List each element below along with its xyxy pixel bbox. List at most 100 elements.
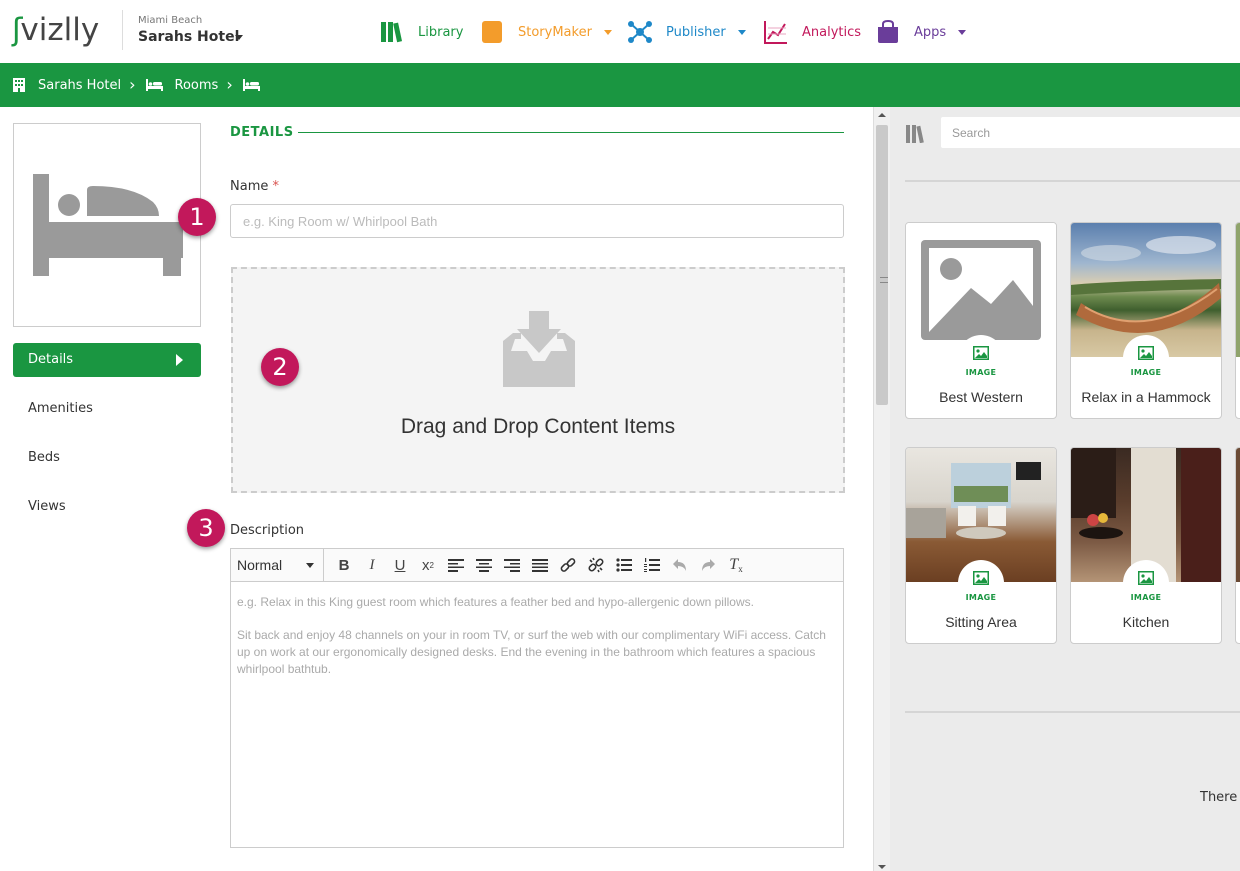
hotel-location: Miami Beach [138, 15, 203, 26]
numbered-list-button[interactable] [638, 551, 666, 579]
chevron-down-icon [306, 562, 314, 568]
bed-icon [242, 79, 260, 91]
underline-button[interactable]: U [386, 551, 414, 579]
content-card-best-western[interactable]: IMAGE Best Western [905, 222, 1057, 419]
bullet-list-button[interactable] [610, 551, 638, 579]
nav-analytics[interactable]: Analytics [764, 16, 861, 48]
nav-library-label: Library [418, 24, 464, 40]
image-placeholder-icon [921, 240, 1041, 340]
bold-button[interactable]: B [330, 551, 358, 579]
description-textarea[interactable]: e.g. Relax in this King guest room which… [231, 582, 843, 706]
content-card-sitting-area[interactable]: IMAGE Sitting Area [905, 447, 1057, 644]
content-dropzone[interactable]: Drag and Drop Content Items [231, 267, 845, 493]
card-title: Best Western [939, 389, 1023, 405]
main-scrollbar[interactable] [873, 107, 890, 871]
publisher-icon [628, 21, 652, 43]
nav-storymaker[interactable]: StoryMaker [480, 16, 612, 48]
name-label: Name * [230, 179, 279, 194]
divider [905, 711, 1240, 713]
align-right-icon [504, 558, 520, 572]
vizlly-logo[interactable]: ʃvizlly [12, 12, 99, 48]
image-icon [973, 346, 989, 360]
hotel-switcher[interactable]: Sarahs Hotel [138, 29, 239, 45]
superscript-button[interactable]: x2 [414, 551, 442, 579]
library-search-input[interactable] [941, 117, 1240, 148]
format-select[interactable]: Normal [231, 548, 324, 582]
breadcrumb: Sarahs Hotel › Rooms › [0, 63, 1240, 107]
scroll-up-icon[interactable] [878, 113, 886, 117]
content-card-relax-in-a-hammock[interactable]: IMAGE Relax in a Hammock [1070, 222, 1222, 419]
library-footer-text: There a [1200, 790, 1240, 805]
step-badge-2: 2 [261, 348, 299, 386]
step-badge-1: 1 [178, 198, 216, 236]
apps-icon [878, 20, 898, 43]
unlink-icon [588, 557, 604, 573]
description-label: Description [230, 523, 305, 538]
redo-icon [702, 559, 715, 571]
chevron-down-icon[interactable] [235, 35, 243, 40]
card-type: IMAGE [1130, 368, 1162, 377]
grip-icon [880, 277, 888, 283]
link-icon [560, 558, 576, 572]
sidenav-item-amenities[interactable]: Amenities [13, 392, 201, 441]
card-image [1236, 448, 1240, 582]
card-type: IMAGE [965, 368, 997, 377]
divider [905, 180, 1240, 182]
unlink-button[interactable] [582, 551, 610, 579]
nav-library[interactable]: Library [380, 16, 463, 48]
logo-divider [122, 10, 123, 50]
editor-toolbar: Normal B I U x2 Tx [231, 548, 843, 582]
link-button[interactable] [554, 551, 582, 579]
nav-publisher[interactable]: Publisher [628, 16, 746, 48]
italic-button[interactable]: I [358, 551, 386, 579]
nav-apps[interactable]: Apps [876, 16, 967, 48]
analytics-icon [764, 21, 787, 44]
sidenav-item-views[interactable]: Views [13, 490, 201, 539]
bed-icon [145, 79, 163, 91]
sidenav-item-beds[interactable]: Beds [13, 441, 201, 490]
align-right-button[interactable] [498, 551, 526, 579]
content-card-partial[interactable] [1235, 222, 1240, 419]
breadcrumb-rooms[interactable]: Rooms [175, 78, 219, 93]
scroll-down-icon[interactable] [878, 865, 886, 869]
card-type: IMAGE [1130, 593, 1162, 602]
align-center-button[interactable] [470, 551, 498, 579]
redo-button[interactable] [694, 551, 722, 579]
breadcrumb-hotel[interactable]: Sarahs Hotel [38, 78, 121, 93]
inbox-download-icon [503, 311, 575, 387]
sidenav-item-details[interactable]: Details [13, 343, 201, 377]
image-icon [1138, 571, 1154, 585]
chevron-down-icon [737, 29, 746, 35]
room-thumbnail[interactable] [13, 123, 201, 327]
align-left-button[interactable] [442, 551, 470, 579]
card-title: Relax in a Hammock [1081, 389, 1211, 405]
card-title: Sitting Area [945, 614, 1017, 630]
justify-button[interactable] [526, 551, 554, 579]
nav-apps-label: Apps [914, 24, 947, 40]
building-icon [13, 78, 25, 92]
content-card-kitchen[interactable]: IMAGE Kitchen [1070, 447, 1222, 644]
content-card-partial[interactable] [1235, 447, 1240, 644]
clear-format-button[interactable]: Tx [722, 551, 750, 579]
storymaker-icon [482, 21, 502, 43]
chevron-down-icon [958, 29, 967, 35]
image-icon [973, 571, 989, 585]
image-icon [1138, 346, 1154, 360]
description-placeholder: Sit back and enjoy 48 channels on your i… [237, 628, 826, 676]
name-field[interactable] [230, 204, 844, 238]
chevron-right-icon: › [226, 75, 233, 94]
numbered-list-icon [644, 558, 660, 572]
nav-analytics-label: Analytics [802, 24, 862, 40]
section-title: DETAILS [230, 125, 294, 140]
nav-publisher-label: Publisher [666, 24, 726, 40]
required-marker: * [272, 179, 280, 194]
description-editor: Normal B I U x2 Tx e.g. Relax in this Ki… [230, 548, 844, 848]
align-left-icon [448, 558, 464, 572]
section-divider [298, 132, 844, 133]
undo-icon [673, 559, 686, 571]
bullet-list-icon [616, 558, 632, 572]
dropzone-text: Drag and Drop Content Items [400, 415, 676, 438]
justify-icon [532, 558, 548, 572]
undo-button[interactable] [666, 551, 694, 579]
scroll-thumb[interactable] [876, 125, 888, 405]
